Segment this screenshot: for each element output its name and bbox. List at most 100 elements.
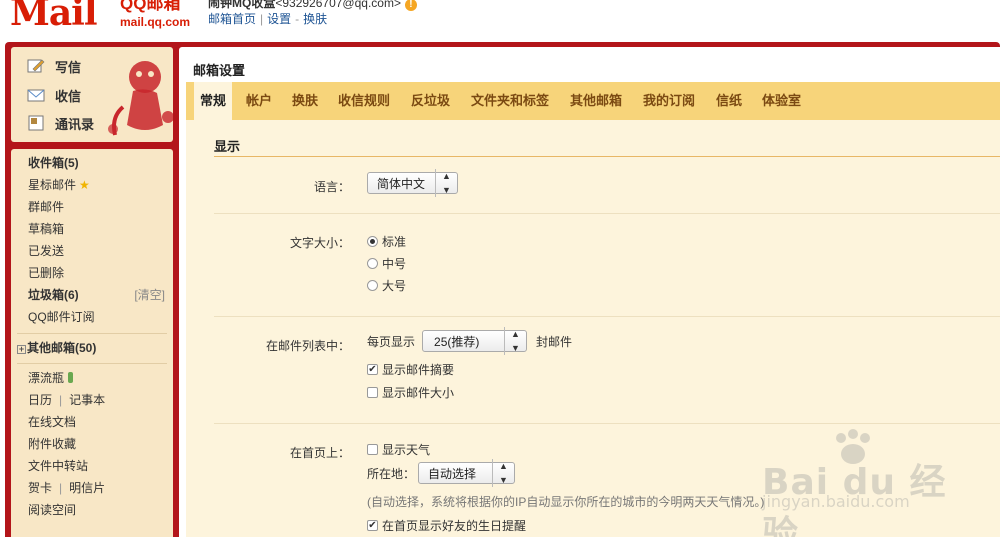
font-size-large-option[interactable]: 大号 — [367, 277, 406, 294]
expand-icon[interactable]: + — [17, 345, 26, 354]
radio-medium[interactable] — [367, 258, 378, 269]
link-postcards[interactable]: 明信片 — [69, 481, 105, 495]
section-divider — [214, 156, 1000, 157]
updown-arrow-icon: ▲ ▼ — [435, 169, 451, 197]
folder-deleted[interactable]: 已删除 — [28, 265, 64, 281]
cards-row: 贺卡 | 明信片 — [28, 481, 106, 495]
monkey-papercut-decoration — [108, 61, 173, 136]
link-calendar[interactable]: 日历 — [28, 393, 52, 407]
compose-contacts-label: 通讯录 — [55, 116, 95, 132]
tab-general[interactable]: 常规 — [194, 82, 233, 120]
tab-skin[interactable]: 换肤 — [286, 82, 324, 120]
location-select[interactable]: 自动选择 ▲ ▼ — [418, 459, 515, 487]
link-skin[interactable]: 换肤 — [303, 12, 327, 26]
show-summary-checkbox[interactable]: ✔ — [367, 364, 378, 375]
row-divider — [214, 316, 1000, 317]
tab-folders-labels[interactable]: 文件夹和标签 — [465, 82, 555, 120]
mail-logo[interactable]: Mail — [10, 0, 98, 34]
folder-inbox[interactable]: 收件箱(5) — [28, 155, 79, 171]
top-links: 邮箱首页 | 设置 - 换肤 — [208, 12, 328, 26]
language-label: 语言： — [313, 180, 350, 194]
tab-anti-spam[interactable]: 反垃圾 — [405, 82, 456, 120]
sidebar: 写信 收信 通讯录 收件箱(5) 星标邮件 ★ 群邮件 草稿箱 已发送 已删除 垃… — [11, 47, 173, 537]
tab-lab[interactable]: 体验室 — [756, 82, 807, 120]
link-settings[interactable]: 设置 — [267, 12, 291, 26]
font-size-standard-option[interactable]: 标准 — [367, 233, 406, 250]
birthday-checkbox[interactable]: ✔ — [367, 520, 378, 531]
link-file-transfer[interactable]: 文件中转站 — [28, 458, 88, 474]
radio-standard[interactable] — [367, 236, 378, 247]
link-notes[interactable]: 记事本 — [69, 393, 105, 407]
font-size-standard-label: 标准 — [382, 235, 407, 249]
tab-other-mailboxes[interactable]: 其他邮箱 — [564, 82, 628, 120]
folder-other-mailboxes[interactable]: + 其他邮箱(50) — [17, 340, 96, 356]
settings-tabs: 常规 帐户 换肤 收信规则 反垃圾 文件夹和标签 其他邮箱 我的订阅 信纸 体验… — [186, 82, 1000, 120]
folder-sent[interactable]: 已发送 — [28, 243, 64, 259]
compose-panel: 写信 收信 通讯录 — [11, 47, 173, 142]
tab-receive-rules[interactable]: 收信规则 — [332, 82, 396, 120]
folder-spam[interactable]: 垃圾箱(6) — [28, 287, 79, 303]
folder-group[interactable]: 群邮件 — [28, 199, 64, 215]
language-value: 简体中文 — [377, 176, 426, 191]
show-weather-label: 显示天气 — [382, 443, 431, 457]
bottle-icon — [68, 372, 74, 383]
show-size-label: 显示邮件大小 — [382, 386, 455, 400]
show-weather-checkbox[interactable] — [367, 444, 378, 455]
birthday-option[interactable]: ✔ 在首页显示好友的生日提醒 — [367, 517, 526, 534]
tab-subscriptions[interactable]: 我的订阅 — [637, 82, 701, 120]
link-online-docs[interactable]: 在线文档 — [28, 414, 76, 430]
compose-contacts-button[interactable]: 通讯录 — [27, 112, 94, 134]
folder-subscriptions[interactable]: QQ邮件订阅 — [28, 309, 95, 325]
row-divider — [214, 423, 1000, 424]
location-row: 所在地： 自动选择 ▲ ▼ — [367, 459, 515, 487]
per-page-prefix: 每页显示 — [367, 334, 416, 349]
language-select[interactable]: 简体中文 ▲ ▼ — [367, 169, 458, 197]
homepage-label: 在首页上： — [289, 446, 350, 460]
link-home[interactable]: 邮箱首页 — [208, 12, 256, 26]
tab-accounts[interactable]: 帐户 — [240, 82, 278, 120]
show-summary-option[interactable]: ✔ 显示邮件摘要 — [367, 361, 454, 378]
address-book-icon — [27, 115, 45, 131]
folder-drafts[interactable]: 草稿箱 — [28, 221, 64, 237]
updown-arrow-icon: ▲ ▼ — [504, 327, 520, 355]
per-page-suffix: 封邮件 — [535, 334, 572, 349]
folder-drift-bottle[interactable]: 漂流瓶 — [28, 370, 74, 386]
brand-qq: QQ邮箱 — [120, 0, 181, 13]
mail-list-label: 在邮件列表中： — [265, 339, 350, 353]
spam-clear-link[interactable]: [清空] — [134, 287, 165, 303]
link-reading-space[interactable]: 阅读空间 — [28, 502, 76, 518]
show-weather-option[interactable]: 显示天气 — [367, 441, 430, 458]
compose-write-label: 写信 — [55, 59, 82, 75]
star-icon: ★ — [79, 178, 90, 192]
show-size-checkbox[interactable] — [367, 387, 378, 398]
location-value: 自动选择 — [428, 466, 477, 481]
link-greeting-cards[interactable]: 贺卡 — [28, 481, 52, 495]
compose-write-button[interactable]: 写信 — [27, 55, 81, 77]
calendar-notes-row: 日历 | 记事本 — [28, 393, 106, 407]
page-title: 邮箱设置 — [193, 63, 246, 78]
language-row: 简体中文 ▲ ▼ — [367, 169, 458, 197]
baidu-watermark: Bai du 经验 jingyan.baidu.com — [752, 428, 952, 537]
link-attachments[interactable]: 附件收藏 — [28, 436, 76, 452]
warning-icon[interactable]: ! — [404, 0, 417, 11]
updown-arrow-icon: ▲ ▼ — [492, 459, 508, 487]
location-label: 所在地： — [367, 466, 416, 481]
folder-starred[interactable]: 星标邮件 ★ — [28, 177, 90, 193]
row-divider — [214, 213, 1000, 214]
per-page-select[interactable]: 25(推荐) ▲ ▼ — [422, 327, 527, 355]
user-name: 闹钟MQ收盒 — [208, 0, 276, 10]
font-size-medium-option[interactable]: 中号 — [367, 255, 406, 272]
compose-receive-button[interactable]: 收信 — [27, 84, 81, 106]
watermark-url: jingyan.baidu.com — [762, 492, 910, 511]
per-page-value: 25(推荐) — [434, 334, 480, 349]
pen-icon — [27, 58, 45, 74]
section-title: 显示 — [214, 139, 241, 154]
folder-other-label: 其他邮箱(50) — [27, 341, 97, 355]
location-hint: (自动选择，系统将根据你的IP自动显示你所在的城市的今明两天天气情况。) — [367, 495, 765, 509]
tab-stationery[interactable]: 信纸 — [710, 82, 748, 120]
folder-starred-label: 星标邮件 — [28, 178, 77, 192]
font-size-medium-label: 中号 — [382, 257, 407, 271]
radio-large[interactable] — [367, 280, 378, 291]
show-size-option[interactable]: 显示邮件大小 — [367, 384, 454, 401]
folder-list: 收件箱(5) 星标邮件 ★ 群邮件 草稿箱 已发送 已删除 垃圾箱(6) [清空]… — [11, 149, 173, 537]
